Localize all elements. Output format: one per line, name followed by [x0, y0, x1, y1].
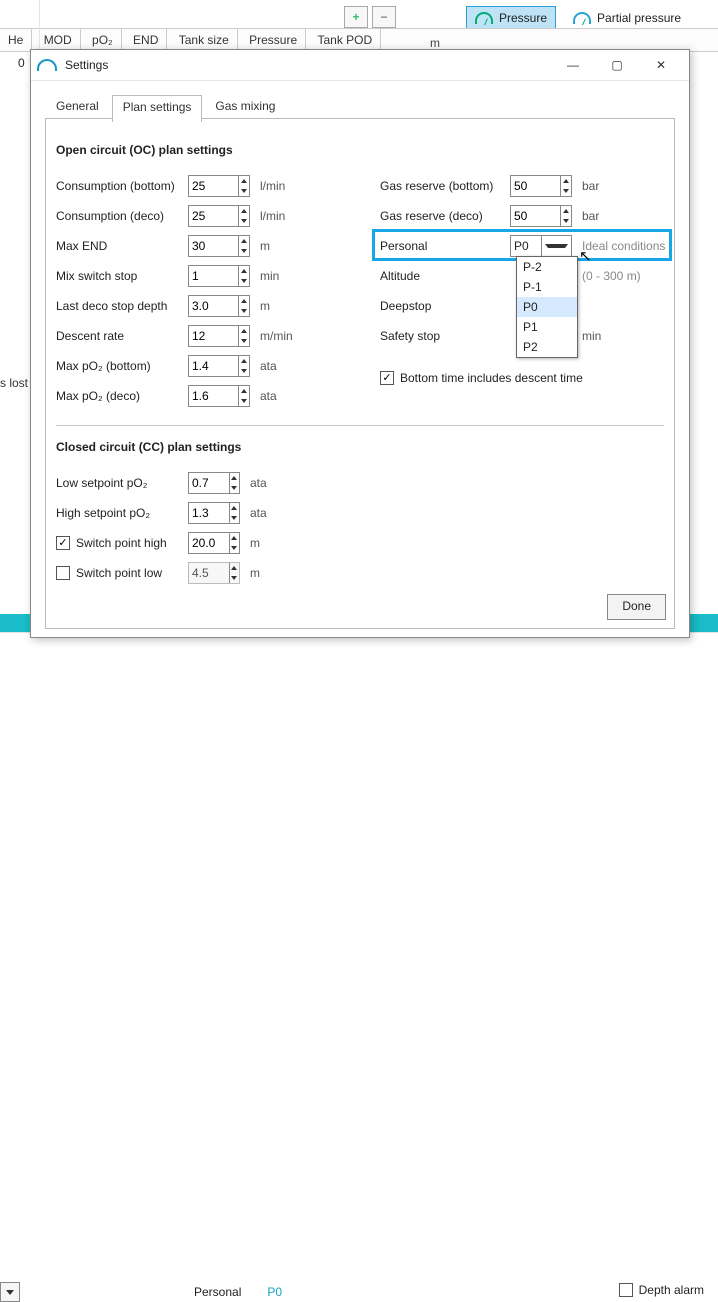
descent-rate-input[interactable] [189, 326, 238, 346]
btm-personal-value: P0 [267, 1285, 282, 1299]
spin-down[interactable] [239, 186, 249, 196]
personal-value: P0 [511, 239, 541, 253]
lbl-max-po2-bottom: Max pO₂ (bottom) [56, 359, 188, 373]
bottom-time-checkbox[interactable] [380, 371, 394, 385]
done-button[interactable]: Done [607, 594, 666, 620]
opt-p-1[interactable]: P-1 [517, 277, 577, 297]
personal-hint: Ideal conditions [582, 239, 665, 253]
lbl-high-sp: High setpoint pO₂ [56, 506, 188, 520]
spin-up[interactable] [239, 176, 249, 186]
sw-low-checkbox[interactable] [56, 566, 70, 580]
gas-res-bottom-input[interactable] [511, 176, 560, 196]
lbl-max-end: Max END [56, 239, 188, 253]
gauge-icon [573, 12, 591, 24]
minimize-button[interactable]: — [551, 51, 595, 79]
divider [56, 425, 664, 426]
window-title: Settings [65, 58, 108, 72]
col-mod[interactable]: MOD [36, 29, 81, 51]
personal-dropdown[interactable]: P-2 P-1 P0 P1 P2 [516, 256, 578, 358]
lbl-gas-res-bottom: Gas reserve (bottom) [380, 179, 510, 193]
bottom-dropdown[interactable] [0, 1282, 20, 1302]
tab-plan[interactable]: Plan settings [112, 95, 203, 122]
partial-pressure-toggle[interactable]: Partial pressure [564, 6, 690, 30]
depth-alarm-label: Depth alarm [639, 1283, 704, 1297]
col-tankpod[interactable]: Tank POD [309, 29, 381, 51]
mix-switch-input[interactable] [189, 266, 238, 286]
lbl-deepstop: Deepstop [380, 299, 510, 313]
cons-bottom-input[interactable] [189, 176, 238, 196]
cc-title: Closed circuit (CC) plan settings [56, 440, 664, 454]
lbl-descent-rate: Descent rate [56, 329, 188, 343]
m-label: m [430, 36, 440, 50]
lbl-cons-bottom: Consumption (bottom) [56, 179, 188, 193]
col-po2[interactable]: pO₂ [84, 29, 122, 51]
s-lost-label: s lost [0, 376, 28, 390]
lbl-sw-low: Switch point low [76, 566, 162, 580]
gas-res-deco-input[interactable] [511, 206, 560, 226]
lbl-max-po2-deco: Max pO₂ (deco) [56, 389, 188, 403]
lbl-gas-res-deco: Gas reserve (deco) [380, 209, 510, 223]
pressure-toggle[interactable]: Pressure [466, 6, 556, 30]
opt-p1[interactable]: P1 [517, 317, 577, 337]
cons-deco-input[interactable] [189, 206, 238, 226]
col-end[interactable]: END [125, 29, 167, 51]
lbl-mix-switch: Mix switch stop [56, 269, 188, 283]
tab-general[interactable]: General [45, 94, 110, 121]
high-sp-input[interactable] [189, 503, 229, 523]
personal-select[interactable]: P0 [510, 235, 572, 257]
depth-alarm-checkbox[interactable] [619, 1283, 633, 1297]
add-button[interactable]: + [344, 6, 368, 28]
max-end-input[interactable] [189, 236, 238, 256]
lbl-last-deco: Last deco stop depth [56, 299, 188, 313]
remove-button[interactable]: − [372, 6, 396, 28]
lbl-bottom-time: Bottom time includes descent time [400, 371, 583, 385]
he-value: 0 [18, 56, 25, 70]
sw-high-input[interactable] [189, 533, 229, 553]
opt-p2[interactable]: P2 [517, 337, 577, 357]
opt-p-2[interactable]: P-2 [517, 257, 577, 277]
opt-p0[interactable]: P0 [517, 297, 577, 317]
lbl-altitude: Altitude [380, 269, 510, 283]
oc-title: Open circuit (OC) plan settings [56, 143, 664, 157]
pressure-label: Pressure [499, 11, 547, 25]
lbl-sw-high: Switch point high [76, 536, 167, 550]
partial-pressure-label: Partial pressure [597, 11, 681, 25]
lbl-cons-deco: Consumption (deco) [56, 209, 188, 223]
last-deco-input[interactable] [189, 296, 238, 316]
app-icon [37, 59, 57, 71]
close-button[interactable]: ✕ [639, 51, 683, 79]
unit: l/min [260, 179, 300, 193]
max-po2-deco-input[interactable] [189, 386, 238, 406]
sw-low-input [189, 563, 229, 583]
maximize-button[interactable]: ▢ [595, 51, 639, 79]
lbl-safety-stop: Safety stop [380, 329, 510, 343]
gauge-icon [475, 12, 493, 24]
altitude-hint: (0 - 300 m) [582, 269, 641, 283]
tab-plan-page: Open circuit (OC) plan settings Consumpt… [45, 119, 675, 629]
chevron-down-icon [541, 236, 572, 256]
max-po2-bottom-input[interactable] [189, 356, 238, 376]
lbl-low-sp: Low setpoint pO₂ [56, 476, 188, 490]
titlebar[interactable]: Settings — ▢ ✕ [31, 50, 689, 81]
settings-dialog: Settings — ▢ ✕ General Plan settings Gas… [30, 49, 690, 638]
tab-gas[interactable]: Gas mixing [204, 94, 286, 121]
col-tanksize[interactable]: Tank size [171, 29, 238, 51]
lbl-personal: Personal [380, 239, 510, 253]
col-pressure[interactable]: Pressure [241, 29, 306, 51]
btm-personal-label: Personal [194, 1285, 241, 1299]
chevron-down-icon [6, 1290, 14, 1295]
sw-high-checkbox[interactable] [56, 536, 70, 550]
low-sp-input[interactable] [189, 473, 229, 493]
tabs: General Plan settings Gas mixing [45, 94, 675, 119]
